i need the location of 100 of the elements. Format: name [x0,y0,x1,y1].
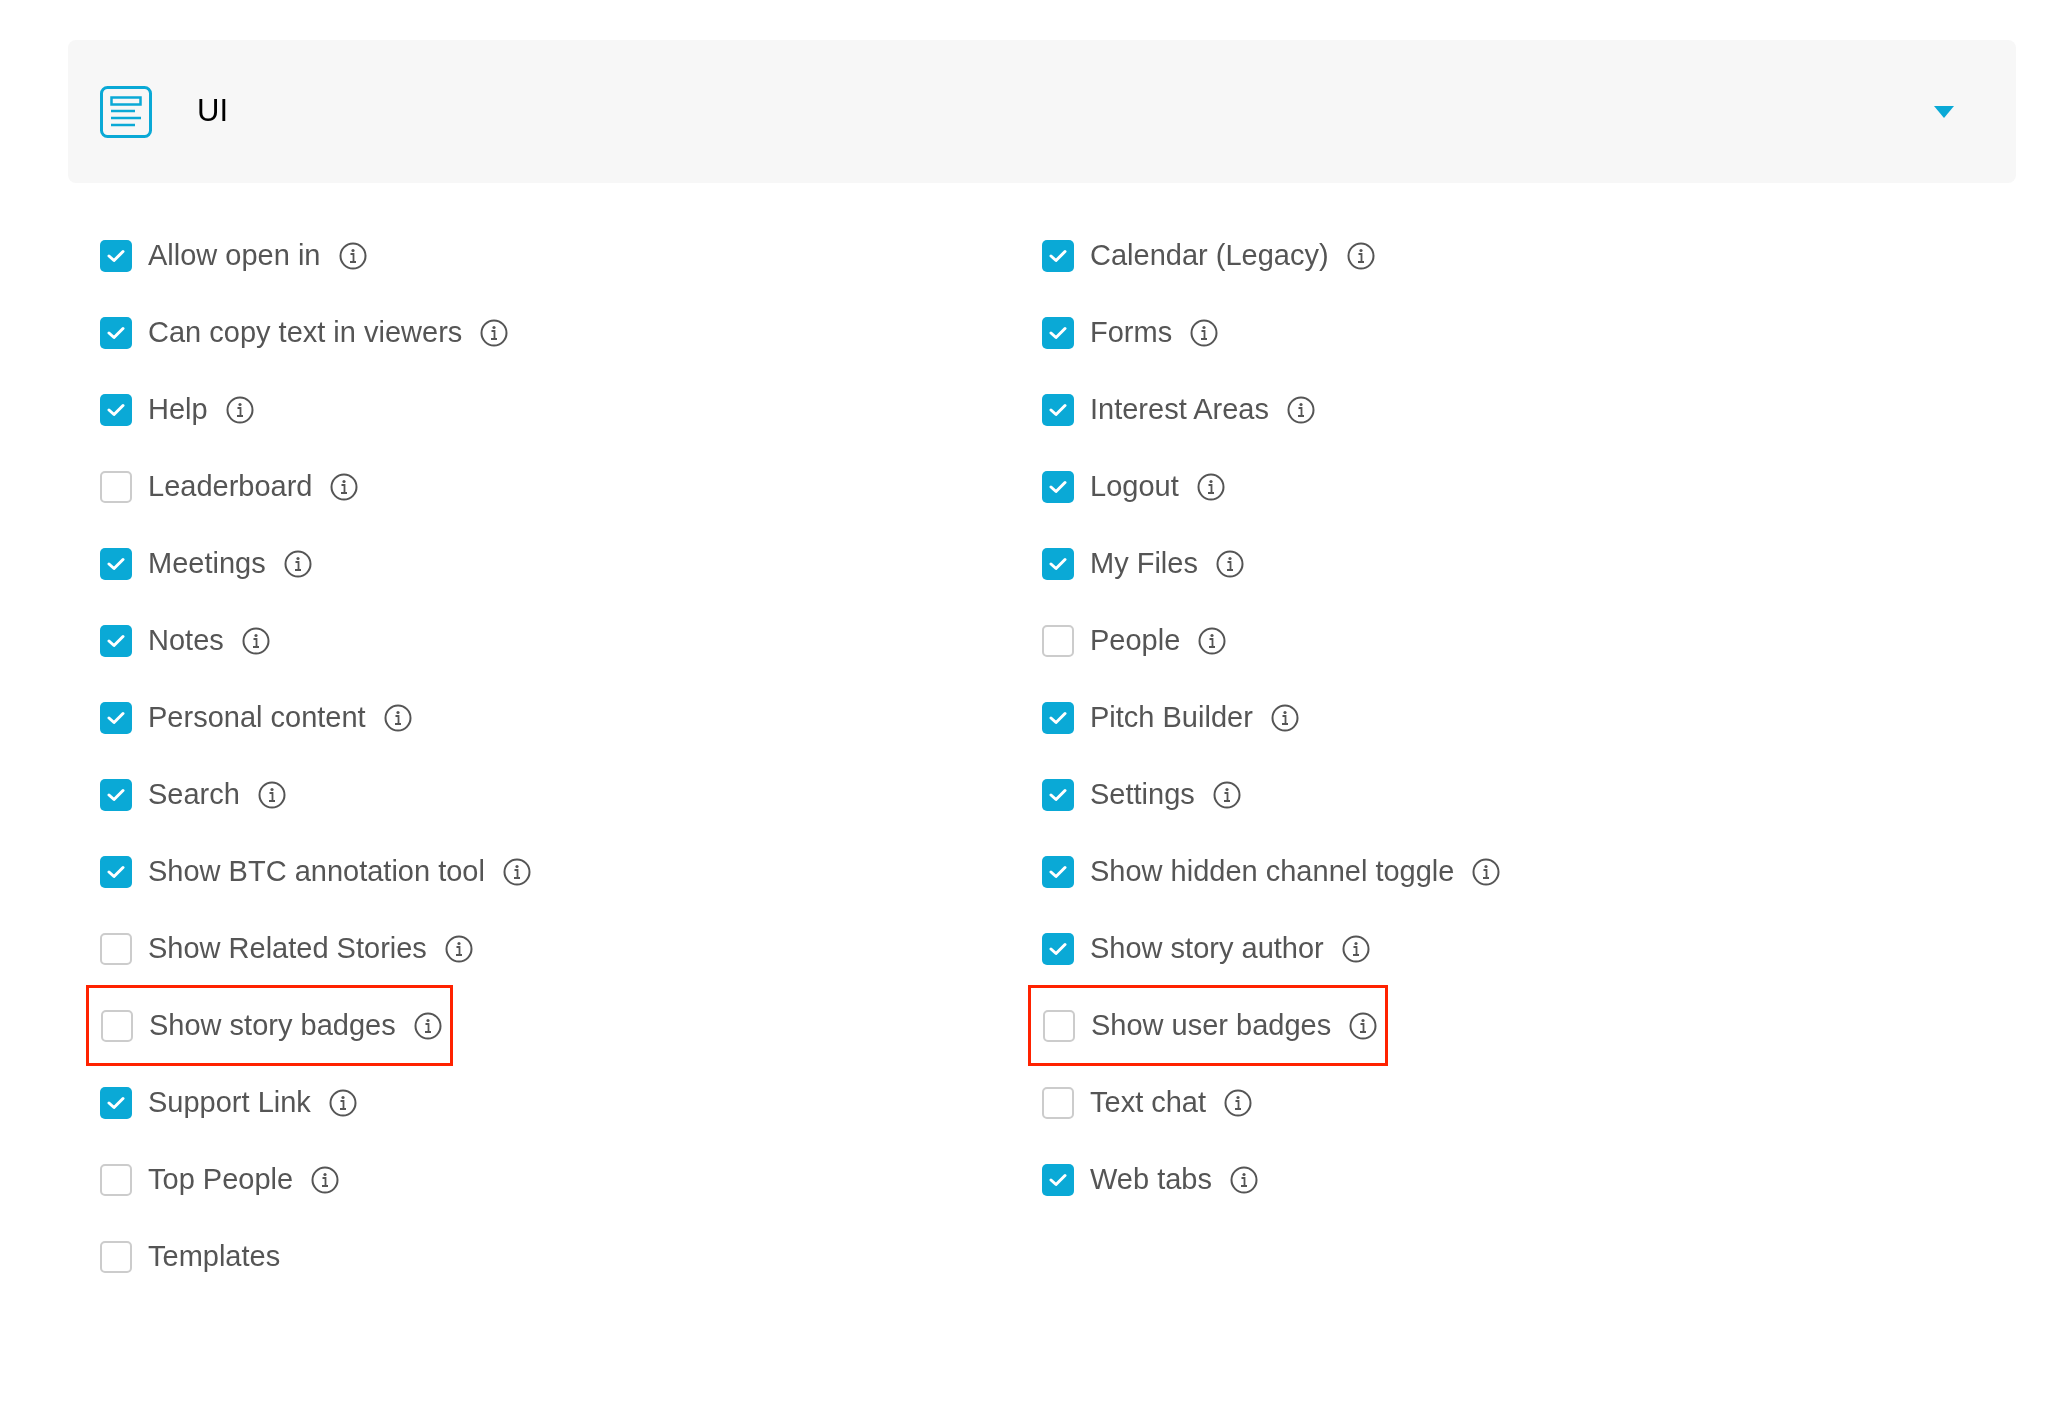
checkbox[interactable] [100,316,132,349]
info-icon[interactable] [480,318,509,347]
option-label: Show Related Stories [148,930,427,966]
option-label: People [1090,622,1181,658]
option-label: Logout [1090,468,1179,504]
checkmark-icon [1049,710,1067,725]
checkmark-icon [1049,941,1067,956]
option-label: Show story badges [149,1007,396,1043]
section-header[interactable]: UI [68,40,2016,183]
checkbox[interactable] [1042,624,1074,657]
checkbox[interactable] [100,239,132,272]
checkbox[interactable] [100,624,132,657]
checkmark-icon [107,556,125,571]
option-label: Top People [148,1161,294,1197]
info-icon[interactable] [225,395,254,424]
info-icon[interactable] [338,241,367,270]
checkbox[interactable] [100,1240,132,1273]
info-icon[interactable] [1230,1165,1258,1194]
checkbox[interactable] [1042,239,1074,272]
info-icon[interactable] [383,703,412,732]
checkmark-icon [107,248,125,263]
info-icon[interactable] [1286,395,1315,424]
info-icon[interactable] [1215,549,1244,578]
checkmark-icon [107,710,125,725]
option-label: Forms [1090,314,1173,350]
section-title: UI [197,92,228,131]
checkmark-icon [1049,787,1067,802]
checkmark-icon [1049,325,1067,340]
checkbox[interactable] [1042,547,1074,580]
option-label: Can copy text in viewers [148,314,463,350]
checkbox[interactable] [1042,316,1074,349]
option-label: Pitch Builder [1090,699,1253,735]
checkbox[interactable] [100,778,132,811]
checkbox[interactable] [1042,855,1074,888]
checkmark-icon [1049,402,1067,417]
checkbox[interactable] [1043,1009,1075,1042]
checkbox[interactable] [1042,778,1074,811]
checkbox[interactable] [100,855,132,888]
option-label: Show hidden channel toggle [1090,853,1455,889]
option-label: Calendar (Legacy) [1090,237,1329,273]
info-icon[interactable] [413,1011,442,1040]
checkbox[interactable] [1042,932,1074,965]
info-icon[interactable] [241,626,270,655]
info-icon[interactable] [1196,472,1225,501]
checkbox[interactable] [1042,470,1074,503]
checkbox[interactable] [1042,701,1074,734]
checkbox[interactable] [100,393,132,426]
checkmark-icon [1049,1172,1067,1187]
option-label: Show story author [1090,930,1324,966]
checkbox[interactable] [100,547,132,580]
info-icon[interactable] [283,549,312,578]
info-icon[interactable] [1224,1088,1253,1117]
info-icon[interactable] [330,472,359,501]
option-label: Meetings [148,545,266,581]
info-icon[interactable] [1472,857,1501,886]
document-icon [100,85,152,138]
checkmark-icon [1049,556,1067,571]
checkmark-icon [107,864,125,879]
checkbox[interactable] [100,932,132,965]
option-label: Settings [1090,776,1195,812]
checkbox[interactable] [1042,1163,1074,1196]
option-label: Web tabs [1090,1161,1212,1197]
info-icon[interactable] [1341,934,1370,963]
checkbox[interactable] [100,1163,132,1196]
option-label: Interest Areas [1090,391,1269,427]
info-icon[interactable] [1270,703,1299,732]
checkbox[interactable] [100,470,132,503]
info-icon[interactable] [311,1165,340,1194]
checkbox[interactable] [100,701,132,734]
option-label: Leaderboard [148,468,313,504]
checkbox[interactable] [1042,393,1074,426]
checkmark-icon [107,633,125,648]
info-icon[interactable] [502,857,531,886]
option-label: Personal content [148,699,366,735]
option-label: Text chat [1090,1084,1207,1120]
option-label: Search [148,776,240,812]
option-label: Help [148,391,208,427]
checkbox[interactable] [1042,1086,1074,1119]
option-label: Allow open in [148,237,321,273]
option-label: Show user badges [1091,1007,1332,1043]
info-icon[interactable] [1198,626,1227,655]
checkbox[interactable] [100,1086,132,1119]
info-icon[interactable] [1349,1011,1378,1040]
info-icon[interactable] [1346,241,1375,270]
checkmark-icon [1049,248,1067,263]
info-icon[interactable] [257,780,286,809]
checkmark-icon [107,402,125,417]
info-icon[interactable] [1212,780,1241,809]
checkmark-icon [107,325,125,340]
option-label: Support Link [148,1084,311,1120]
checkmark-icon [107,1095,125,1110]
info-icon[interactable] [1190,318,1219,347]
option-label: Show BTC annotation tool [148,853,485,889]
checkmark-icon [107,787,125,802]
checkbox[interactable] [101,1009,133,1042]
info-icon[interactable] [444,934,473,963]
checkmark-icon [1049,864,1067,879]
option-label: Notes [148,622,224,658]
info-icon[interactable] [328,1088,357,1117]
option-label: My Files [1090,545,1198,581]
